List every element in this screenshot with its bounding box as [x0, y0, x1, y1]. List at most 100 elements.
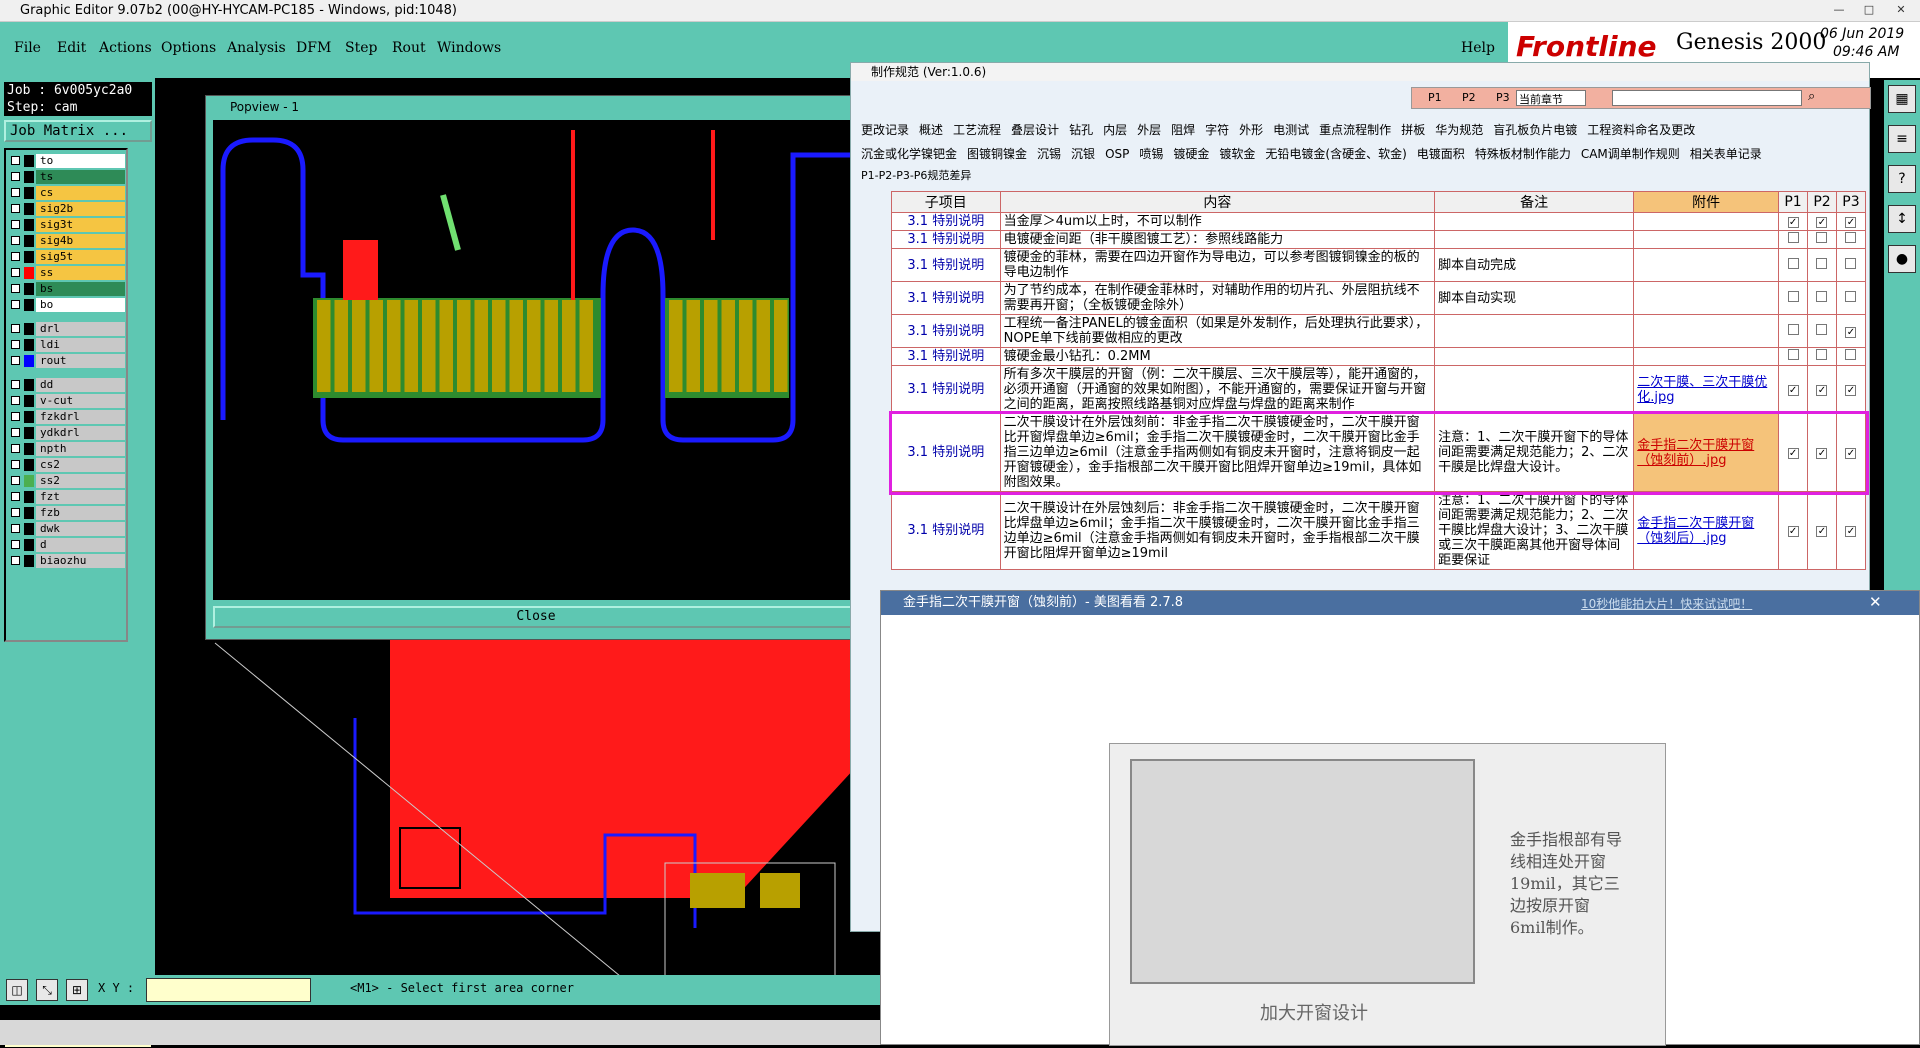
layer-checkbox[interactable] — [11, 220, 20, 229]
p-checkbox[interactable] — [1816, 257, 1828, 269]
layer-checkbox[interactable] — [11, 428, 20, 437]
p-checkbox[interactable] — [1816, 232, 1828, 243]
tool-layers-icon[interactable]: ≡ — [1888, 125, 1916, 153]
layer-name[interactable]: dwk — [36, 522, 125, 536]
layer-checkbox[interactable] — [11, 252, 20, 261]
menu-actions[interactable]: Actions — [99, 40, 152, 56]
layer-checkbox[interactable] — [11, 204, 20, 213]
p-checkbox[interactable]: ✓ — [1787, 217, 1799, 228]
grid-icon[interactable]: ⊞ — [66, 979, 88, 1001]
layer-name[interactable]: npth — [36, 442, 125, 456]
p-checkbox[interactable]: ✓ — [1816, 526, 1828, 537]
p-checkbox[interactable]: ✓ — [1787, 526, 1799, 537]
spec-tab[interactable]: 钻孔 — [1069, 123, 1093, 137]
layer-checkbox[interactable] — [11, 492, 20, 501]
layer-row[interactable]: cs2 — [8, 458, 126, 472]
menu-windows[interactable]: Windows — [437, 40, 501, 56]
viewer-close-icon[interactable]: ✕ — [1869, 593, 1882, 611]
menu-rout[interactable]: Rout — [392, 40, 426, 56]
layer-name[interactable]: cs — [36, 186, 125, 200]
layer-name[interactable]: sig5t — [36, 250, 125, 264]
table-row[interactable]: 3.1 特别说明 为了节约成本，在制作硬金菲林时，对辅助作用的切片孔、外层阻抗线不… — [891, 281, 1867, 315]
layer-row[interactable]: fzkdrl — [8, 410, 126, 424]
popview-close-button[interactable]: Close — [213, 606, 859, 628]
table-row[interactable]: 3.1 特别说明 镀硬金的菲林，需要在四边开窗作为导电边，可以参考图镀铜镍金的板的… — [891, 248, 1867, 282]
layer-name[interactable]: fzkdrl — [36, 410, 125, 424]
job-matrix-button[interactable]: Job Matrix ... — [4, 120, 152, 142]
layer-row[interactable]: ydkdrl — [8, 426, 126, 440]
spec-tab[interactable]: 无铅电镀金(含硬金、软金) — [1265, 147, 1406, 161]
layer-checkbox[interactable] — [11, 396, 20, 405]
spec-tab[interactable]: 内层 — [1103, 123, 1127, 137]
layer-checkbox[interactable] — [11, 412, 20, 421]
p-checkbox[interactable]: ✓ — [1787, 385, 1799, 396]
spec-tab[interactable]: 阻焊 — [1171, 123, 1195, 137]
zoom-icon[interactable]: ◫ — [6, 979, 28, 1001]
layer-row[interactable]: rout — [8, 354, 126, 368]
menu-file[interactable]: File — [14, 40, 41, 56]
layer-name[interactable]: bo — [36, 298, 125, 312]
layer-name[interactable]: d — [36, 538, 125, 552]
p-checkbox[interactable]: ✓ — [1816, 217, 1828, 228]
p-checkbox[interactable]: ✓ — [1816, 385, 1828, 396]
layer-row[interactable]: fzb — [8, 506, 126, 520]
table-row[interactable]: 3.1 特别说明 当金厚＞4um以上时，不可以制作 ✓ ✓ ✓ — [891, 212, 1867, 231]
layer-name[interactable]: ldi — [36, 338, 125, 352]
p-checkbox[interactable] — [1816, 323, 1828, 335]
menu-dfm[interactable]: DFM — [296, 40, 331, 56]
spec-tab[interactable]: 工程资料命名及更改 — [1587, 123, 1695, 137]
spec-tab[interactable]: 喷锡 — [1139, 147, 1163, 161]
spec-tab[interactable]: 相关表单记录 — [1690, 147, 1762, 161]
p-checkbox[interactable] — [1787, 232, 1799, 243]
layer-name[interactable]: ydkdrl — [36, 426, 125, 440]
layer-name[interactable]: bs — [36, 282, 125, 296]
layer-row[interactable]: to — [8, 154, 126, 168]
spec-tab[interactable]: 电测试 — [1273, 123, 1309, 137]
layer-checkbox[interactable] — [11, 476, 20, 485]
spec-tab[interactable]: 华为规范 — [1435, 123, 1483, 137]
layer-checkbox[interactable] — [11, 556, 20, 565]
p-checkbox[interactable]: ✓ — [1816, 448, 1828, 459]
layer-name[interactable]: dd — [36, 378, 125, 392]
table-row[interactable]: 3.1 特别说明 电镀硬金间距（非干膜图镀工艺）：参照线路能力 — [891, 230, 1867, 249]
layer-name[interactable]: sig3t — [36, 218, 125, 232]
layer-name[interactable]: sig4b — [36, 234, 125, 248]
layer-row[interactable]: sig5t — [8, 250, 126, 264]
p-checkbox[interactable]: ✓ — [1845, 326, 1857, 338]
close-button[interactable]: ✕ — [1888, 2, 1914, 18]
layer-row[interactable]: npth — [8, 442, 126, 456]
layer-row[interactable]: sig4b — [8, 234, 126, 248]
menu-edit[interactable]: Edit — [57, 40, 86, 56]
layer-checkbox[interactable] — [11, 172, 20, 181]
layer-checkbox[interactable] — [11, 268, 20, 277]
xy-input[interactable] — [146, 978, 311, 1002]
layer-checkbox[interactable] — [11, 324, 20, 333]
layer-checkbox[interactable] — [11, 460, 20, 469]
layer-row[interactable]: ldi — [8, 338, 126, 352]
layer-checkbox[interactable] — [11, 540, 20, 549]
table-row[interactable]: 3.1 特别说明 二次干膜设计在外层蚀刻后：非金手指二次干膜镀硬金时，二次干膜开窗… — [891, 491, 1867, 570]
layer-name[interactable]: ts — [36, 170, 125, 184]
layer-name[interactable]: ss — [36, 266, 125, 280]
layer-checkbox[interactable] — [11, 188, 20, 197]
layer-row[interactable]: dwk — [8, 522, 126, 536]
layer-row[interactable]: dd — [8, 378, 126, 392]
table-row[interactable]: 3.1 特别说明 工程统一备注PANEL的镀金面积（如果是外发制作，后处理执行此要… — [891, 314, 1867, 348]
layer-row[interactable]: sig2b — [8, 202, 126, 216]
layer-name[interactable]: to — [36, 154, 125, 168]
layer-row[interactable]: drl — [8, 322, 126, 336]
spec-tab[interactable]: CAM调单制作规则 — [1581, 147, 1680, 161]
layer-name[interactable]: ss2 — [36, 474, 125, 488]
table-row[interactable]: 3.1 特别说明 二次干膜设计在外层蚀刻前：非金手指二次干膜镀硬金时，二次干膜开窗… — [888, 410, 1869, 495]
tool-help-icon[interactable]: ? — [1888, 165, 1916, 193]
layer-name[interactable]: fzt — [36, 490, 125, 504]
spec-tab[interactable]: OSP — [1105, 147, 1129, 161]
scope-select[interactable]: 当前章节 — [1516, 90, 1586, 106]
layer-checkbox[interactable] — [11, 300, 20, 309]
spec-tab[interactable]: 沉锡 — [1037, 147, 1061, 161]
layer-checkbox[interactable] — [11, 236, 20, 245]
layer-checkbox[interactable] — [11, 356, 20, 365]
p-checkbox[interactable] — [1845, 290, 1857, 302]
layer-row[interactable]: ss2 — [8, 474, 126, 488]
spec-tab[interactable]: 镀硬金 — [1173, 147, 1209, 161]
